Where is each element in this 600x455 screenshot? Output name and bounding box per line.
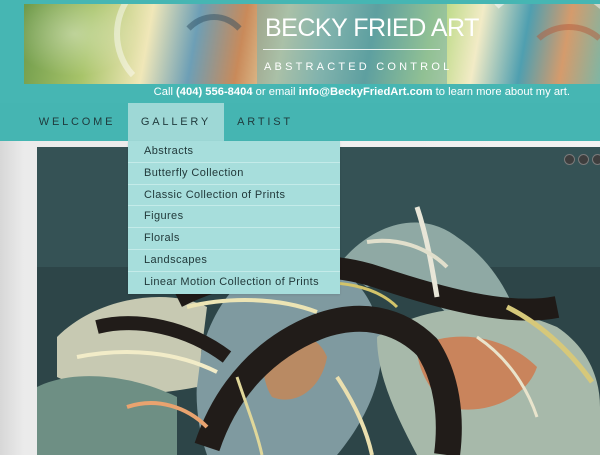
gallery-menu-item-landscapes[interactable]: Landscapes — [128, 250, 340, 272]
contact-email-link[interactable]: info@BeckyFriedArt.com — [299, 86, 433, 98]
contact-suffix: to learn more about my art. — [432, 86, 570, 98]
logo-divider — [263, 49, 440, 50]
contact-phone[interactable]: (404) 556-8404 — [176, 86, 253, 98]
nav-item-gallery[interactable]: GALLERY — [128, 103, 224, 141]
gallery-menu-item-butterfly-collection[interactable]: Butterfly Collection — [128, 163, 340, 185]
gallery-menu-item-abstracts[interactable]: Abstracts — [128, 141, 340, 163]
slider-dot-2[interactable] — [578, 154, 589, 165]
slider-dots — [564, 154, 600, 166]
main-nav: WELCOME GALLERY ARTIST — [0, 103, 600, 141]
slider-dot-1[interactable] — [564, 154, 575, 165]
contact-line: Call (404) 556-8404 or email info@BeckyF… — [154, 86, 570, 98]
gallery-menu-item-classic-collection-prints[interactable]: Classic Collection of Prints — [128, 185, 340, 207]
logo-subtitle: ABSTRACTED CONTROL — [264, 61, 453, 73]
gallery-menu-item-figures[interactable]: Figures — [128, 206, 340, 229]
slider-dot-3[interactable] — [592, 154, 600, 165]
site-header: BECKY FRIED ART ABSTRACTED CONTROL Call … — [0, 0, 600, 103]
contact-middle: or email — [252, 86, 299, 98]
contact-prefix: Call — [153, 86, 177, 98]
gallery-dropdown-menu: Abstracts Butterfly Collection Classic C… — [128, 141, 340, 294]
nav-item-artist[interactable]: ARTIST — [226, 103, 304, 141]
gallery-menu-item-florals[interactable]: Florals — [128, 228, 340, 250]
gallery-menu-item-linear-motion-prints[interactable]: Linear Motion Collection of Prints — [128, 272, 340, 294]
logo-title[interactable]: BECKY FRIED ART — [265, 14, 479, 43]
nav-item-welcome[interactable]: WELCOME — [28, 103, 126, 141]
